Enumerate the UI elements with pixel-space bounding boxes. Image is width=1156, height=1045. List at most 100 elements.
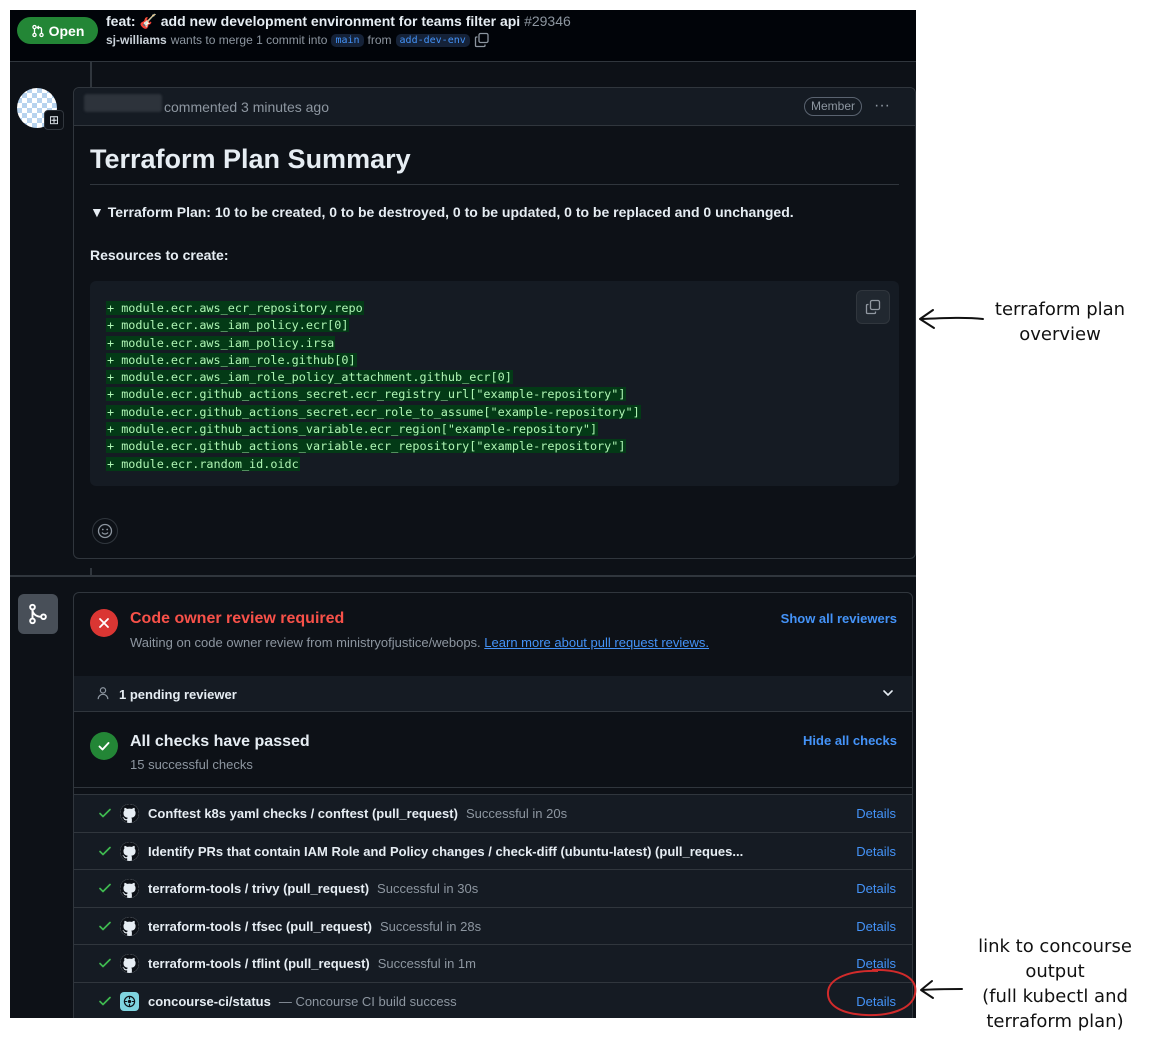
- copy-code-button[interactable]: [856, 290, 890, 324]
- check-title: terraform-tools / trivy (pull_request): [148, 881, 370, 897]
- comment-meta[interactable]: commented 3 minutes ago: [164, 99, 329, 115]
- pull-request-icon: [31, 24, 44, 37]
- hide-all-checks-link[interactable]: Hide all checks: [803, 733, 897, 748]
- annotation-circle: [826, 968, 917, 1017]
- details-link[interactable]: Details: [856, 806, 896, 821]
- check-title: Conftest k8s yaml checks / conftest (pul…: [148, 806, 458, 821]
- x-circle-icon: [90, 609, 118, 637]
- github-pr-page: Open feat: 🎸 add new development environ…: [10, 10, 916, 1018]
- annotation-line: terraform plan: [994, 299, 1126, 320]
- annotation-line: (full kubectl and: [982, 986, 1128, 1007]
- heading-divider: [90, 184, 899, 185]
- check-status: — Concourse CI build success: [278, 993, 457, 1009]
- check-status: Successful in 30s: [377, 881, 479, 897]
- show-all-reviewers-link[interactable]: Show all reviewers: [781, 611, 897, 626]
- annotation-arrow-concourse: [920, 980, 963, 999]
- check-icon: [99, 808, 111, 818]
- check-row: Identify PRs that contain IAM Role and P…: [74, 831, 912, 870]
- comment-card: commented 3 minutes ago Member ··· Terra…: [73, 87, 916, 559]
- code-owner-title: Code owner review required: [130, 610, 345, 627]
- code-line-text: + module.ecr.github_actions_secret.ecr_r…: [106, 404, 641, 419]
- code-line-text: + module.ecr.aws_ecr_repository.repo: [106, 301, 364, 315]
- check-row: concourse-ci/status — Concourse CI build …: [74, 981, 912, 1018]
- git-merge-icon: [18, 594, 58, 634]
- check-icon: [99, 921, 111, 931]
- head-branch[interactable]: add-dev-env: [395, 33, 470, 47]
- base-branch[interactable]: main: [331, 33, 364, 47]
- annotation-line: output: [1025, 961, 1085, 982]
- annotation-line: terraform plan): [986, 1011, 1124, 1032]
- from-text: from: [367, 33, 392, 47]
- check-row: terraform-tools / tfsec (pull_request) Su…: [74, 906, 912, 945]
- code-owner-text: Waiting on code owner review from minist…: [130, 635, 481, 650]
- check-row: terraform-tools / tflint (pull_request) S…: [74, 944, 912, 982]
- details-link[interactable]: Details: [856, 881, 896, 896]
- github-logo-icon: [120, 954, 139, 974]
- learn-more-link[interactable]: Learn more about pull request reviews.: [484, 635, 709, 650]
- bot-badge-icon: ⊞: [44, 110, 64, 130]
- code-lines: + module.ecr.aws_ecr_repository.repo + m…: [106, 297, 641, 471]
- check-title: terraform-tools / tfsec (pull_request): [148, 918, 372, 934]
- code-block: + module.ecr.aws_ecr_repository.repo + m…: [90, 281, 899, 486]
- code-line: + module.ecr.random_id.oidc: [106, 453, 641, 471]
- check-icon: [99, 996, 111, 1006]
- pr-merge-info: sj-williams wants to merge 1 commit into…: [106, 32, 490, 48]
- code-line-text: + module.ecr.github_actions_variable.ecr…: [106, 422, 599, 437]
- pending-reviewer-count: 1 pending reviewer: [119, 687, 237, 702]
- add-reaction-button[interactable]: [92, 518, 118, 544]
- check-title: concourse-ci/status: [148, 993, 271, 1009]
- copy-branch-icon[interactable]: [474, 32, 490, 48]
- code-line: + module.ecr.aws_iam_policy.irsa: [106, 332, 641, 350]
- pr-header: Open feat: 🎸 add new development environ…: [10, 10, 916, 62]
- annotation-plan-overview: terraform plan overview: [980, 297, 1140, 347]
- check-list: Conftest k8s yaml checks / conftest (pul…: [74, 794, 912, 1018]
- plan-summary-toggle[interactable]: ▼ Terraform Plan: 10 to be created, 0 to…: [90, 204, 794, 220]
- code-line: + module.ecr.aws_iam_role_policy_attachm…: [106, 366, 641, 385]
- pending-reviewers-row[interactable]: 1 pending reviewer: [74, 676, 912, 712]
- pr-number: #29346: [524, 13, 571, 29]
- check-status: Successful in 28s: [379, 918, 482, 934]
- redacted-username: [84, 94, 162, 112]
- check-title: terraform-tools / tflint (pull_request): [148, 956, 370, 972]
- pr-title-text: feat: 🎸 add new development environment …: [106, 13, 521, 29]
- check-status: Successful in 1m: [377, 956, 476, 972]
- code-line-text: + module.ecr.github_actions_secret.ecr_r…: [106, 387, 627, 402]
- details-link[interactable]: Details: [856, 844, 896, 859]
- pr-state-badge: Open: [17, 17, 98, 44]
- code-line: + module.ecr.aws_iam_role.github[0]: [106, 349, 641, 367]
- check-name: terraform-tools / tflint (pull_request) S…: [148, 956, 476, 971]
- code-line: + module.ecr.github_actions_secret.ecr_r…: [106, 383, 641, 402]
- check-icon: [99, 846, 111, 855]
- details-link[interactable]: Details: [856, 919, 896, 934]
- check-name: concourse-ci/status — Concourse CI build …: [148, 994, 457, 1009]
- github-logo-icon: [120, 804, 139, 823]
- checks-subtitle: 15 successful checks: [130, 757, 253, 772]
- check-name: terraform-tools / tfsec (pull_request) Su…: [148, 919, 481, 934]
- check-row: terraform-tools / trivy (pull_request) Su…: [74, 869, 912, 907]
- code-line-text: + module.ecr.random_id.oidc: [106, 456, 300, 471]
- code-owner-section: Code owner review required Waiting on co…: [74, 593, 912, 683]
- code-line: + module.ecr.aws_iam_policy.ecr[0]: [106, 314, 641, 333]
- github-logo-icon: [120, 841, 139, 861]
- member-badge: Member: [804, 97, 863, 116]
- code-line-text: + module.ecr.aws_iam_role_policy_attachm…: [106, 370, 513, 385]
- check-name: terraform-tools / trivy (pull_request) Su…: [148, 881, 478, 896]
- timeline-divider: [10, 575, 916, 577]
- resources-heading: Resources to create:: [90, 247, 229, 263]
- check-icon: [99, 959, 111, 968]
- pr-state-label: Open: [48, 22, 85, 39]
- code-line-text: + module.ecr.aws_iam_policy.ecr[0]: [106, 318, 350, 333]
- concourse-logo-icon: [120, 991, 139, 1011]
- code-line: + module.ecr.github_actions_variable.ecr…: [106, 418, 641, 437]
- kebab-menu-icon[interactable]: ···: [874, 97, 890, 115]
- copy-icon: [865, 299, 881, 315]
- github-logo-icon: [120, 879, 139, 899]
- pr-author[interactable]: sj-williams: [106, 33, 167, 47]
- check-icon: [99, 883, 111, 893]
- github-logo-icon: [120, 916, 139, 936]
- chevron-down-icon[interactable]: [880, 685, 896, 701]
- annotation-line: overview: [1019, 324, 1101, 345]
- comment-header: commented 3 minutes ago Member ···: [74, 88, 915, 126]
- check-circle-icon: [90, 732, 118, 760]
- code-line-text: + module.ecr.aws_iam_role.github[0]: [106, 352, 357, 367]
